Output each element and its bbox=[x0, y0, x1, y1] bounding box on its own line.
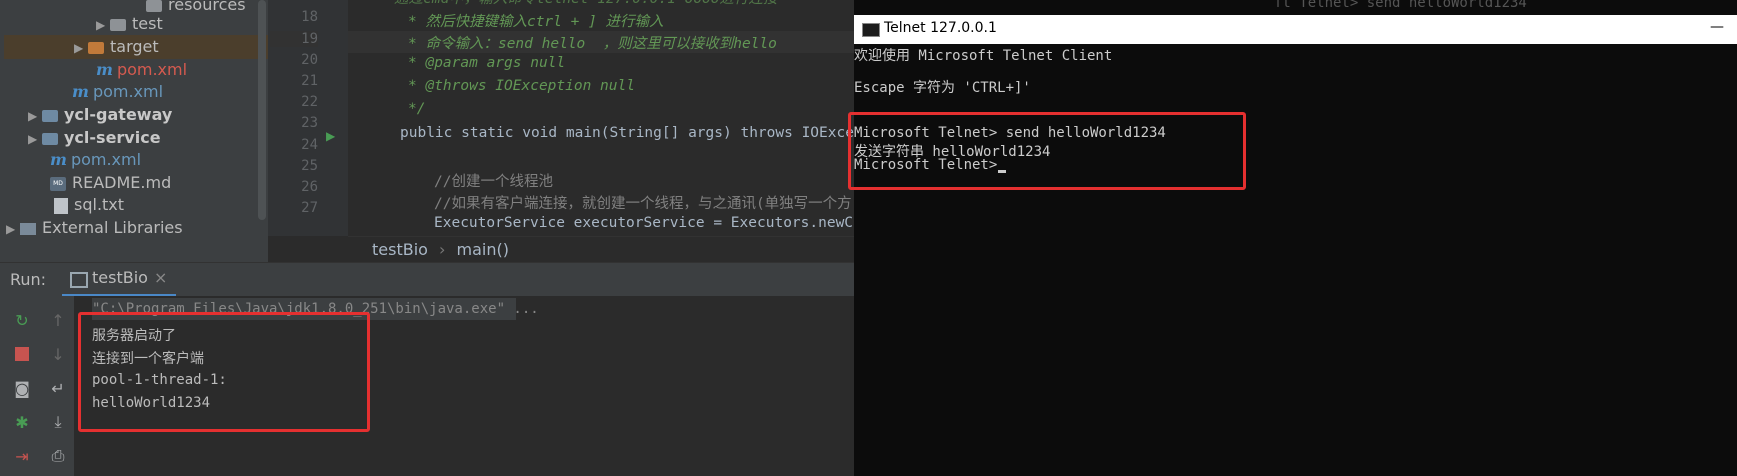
tree-item-pom[interactable]: m pom.xml bbox=[72, 80, 163, 104]
module-icon bbox=[42, 132, 58, 145]
soft-wrap-icon[interactable]: ↵ bbox=[46, 376, 70, 400]
minimize-icon[interactable]: — bbox=[1710, 19, 1724, 35]
rerun-icon[interactable]: ↻ bbox=[10, 308, 34, 332]
expand-arrow-icon[interactable]: ▶ bbox=[96, 13, 110, 37]
code-line: * @param args null bbox=[408, 55, 566, 71]
library-icon bbox=[20, 222, 36, 235]
line-number: 19 bbox=[270, 31, 318, 47]
tree-item-pom[interactable]: m pom.xml bbox=[96, 58, 187, 82]
background-window-strip: ft Telnet> send helloWorld1234 bbox=[854, 0, 1737, 15]
tree-item-target[interactable]: ▶ target bbox=[4, 35, 268, 59]
code-line: public static void main(String[] args) t… bbox=[400, 125, 854, 141]
folder-icon bbox=[110, 18, 126, 31]
line-number: 27 bbox=[301, 200, 318, 216]
tree-item-external-libraries[interactable]: ▶ External Libraries bbox=[6, 216, 183, 240]
exit-icon[interactable]: ⇥ bbox=[10, 444, 34, 468]
code-line: */ bbox=[408, 101, 426, 117]
line-number: 18 bbox=[301, 9, 318, 25]
line-number: 24 bbox=[301, 137, 318, 153]
expand-arrow-icon[interactable]: ▶ bbox=[28, 127, 42, 151]
text-file-icon bbox=[54, 197, 68, 214]
project-tree: resources ▶ test ▶ target m pom.xml m pom.xm… bbox=[0, 0, 268, 262]
breadcrumb: testBio › main() bbox=[348, 236, 854, 263]
code-line: ExecutorService executorService = Execut… bbox=[434, 215, 854, 231]
tree-item-sql[interactable]: sql.txt bbox=[54, 193, 124, 217]
folder-icon bbox=[88, 41, 104, 54]
code-line: * 命令输入：send hello ，则这里可以接收到hello bbox=[408, 36, 777, 52]
run-tab-label: testBio bbox=[92, 268, 148, 287]
line-number: 25 bbox=[301, 158, 318, 174]
stop-icon[interactable] bbox=[10, 342, 34, 366]
markdown-icon: MD bbox=[50, 176, 66, 191]
tree-item-pom[interactable]: m pom.xml bbox=[50, 148, 141, 172]
run-tab[interactable]: testBio × bbox=[62, 266, 176, 297]
scroll-to-end-icon[interactable]: ⤓ bbox=[46, 410, 70, 434]
run-label: Run: bbox=[10, 270, 47, 289]
maven-icon: m bbox=[72, 82, 89, 101]
run-toolbar: Run: testBio × bbox=[0, 262, 854, 297]
tree-item-ycl-service[interactable]: ▶ ycl-service bbox=[28, 126, 161, 150]
run-tool-strip: ↻ ↑ ↓ ◙ ↵ ✱ ⤓ ⇥ ⎙ bbox=[0, 296, 74, 476]
telnet-line: Escape 字符为 'CTRL+]' bbox=[854, 80, 1031, 96]
line-number: 26 bbox=[301, 179, 318, 195]
down-arrow-icon[interactable]: ↓ bbox=[46, 342, 70, 366]
line-number: 20 bbox=[301, 52, 318, 68]
telnet-line: 欢迎使用 Microsoft Telnet Client bbox=[854, 48, 1113, 64]
highlight-box bbox=[848, 112, 1246, 190]
folder-icon bbox=[146, 0, 162, 12]
line-number: 22 bbox=[301, 94, 318, 110]
run-gutter-icon[interactable]: ▶ bbox=[326, 129, 335, 143]
console-window-icon bbox=[862, 23, 880, 37]
breadcrumb-class[interactable]: testBio bbox=[372, 240, 428, 259]
line-number: 21 bbox=[301, 73, 318, 89]
code-line: 通过cmd中，输入命令telnet 127.0.0.1 6666进行连接 bbox=[394, 0, 778, 8]
maven-icon: m bbox=[96, 60, 113, 79]
module-icon bbox=[42, 109, 58, 122]
maven-icon: m bbox=[50, 150, 67, 169]
code-editor[interactable]: 通过cmd中，输入命令telnet 127.0.0.1 6666进行连接 * 然… bbox=[348, 0, 854, 236]
debug-icon[interactable]: ✱ bbox=[10, 410, 34, 434]
breadcrumb-method[interactable]: main() bbox=[457, 240, 509, 259]
tree-scrollbar[interactable] bbox=[258, 0, 266, 220]
code-line: //创建一个线程池 bbox=[434, 174, 553, 190]
line-number: 23 bbox=[301, 115, 318, 131]
code-line: //如果有客户端连接，就创建一个线程，与之通讯(单独写一个方 bbox=[434, 196, 852, 212]
close-icon[interactable]: × bbox=[154, 268, 167, 287]
console-icon bbox=[70, 272, 88, 288]
tree-item-ycl-gateway[interactable]: ▶ ycl-gateway bbox=[28, 103, 172, 127]
expand-arrow-icon[interactable]: ▶ bbox=[74, 36, 88, 60]
background-window-text: ft Telnet> send helloWorld1234 bbox=[1274, 0, 1527, 11]
print-icon[interactable]: ⎙ bbox=[46, 444, 70, 468]
expand-arrow-icon[interactable]: ▶ bbox=[28, 104, 42, 128]
telnet-title: Telnet 127.0.0.1 bbox=[884, 20, 997, 36]
tree-item-readme[interactable]: MD README.md bbox=[50, 171, 171, 195]
breadcrumb-separator-icon: › bbox=[439, 240, 446, 259]
code-line: * 然后快捷键输入ctrl + ] 进行输入 bbox=[408, 14, 664, 30]
highlight-box bbox=[78, 312, 370, 432]
code-line: * @throws IOException null bbox=[408, 78, 635, 94]
telnet-title-bar[interactable]: Telnet 127.0.0.1 — bbox=[854, 15, 1737, 44]
expand-arrow-icon[interactable]: ▶ bbox=[6, 217, 20, 241]
up-arrow-icon[interactable]: ↑ bbox=[46, 308, 70, 332]
tree-item-test[interactable]: ▶ test bbox=[96, 12, 163, 36]
camera-icon[interactable]: ◙ bbox=[10, 376, 34, 400]
